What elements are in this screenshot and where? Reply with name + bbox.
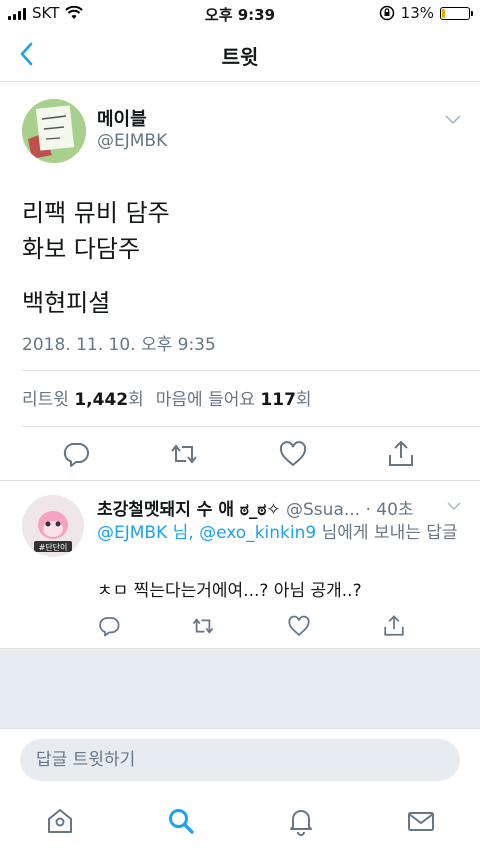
status-right: 13% [379, 4, 473, 22]
user-handle[interactable]: @EJMBK [97, 131, 167, 151]
reply-avatar[interactable]: #단단이 [22, 495, 84, 557]
empty-space [0, 648, 480, 728]
page-title: 트윗 [221, 45, 259, 69]
replying-to-suffix: 님에게 보내는 답글 [316, 523, 458, 543]
reply-icon[interactable] [61, 439, 91, 469]
tweet-text-extra: 백현피셜 [22, 289, 111, 317]
nav-bar: 트윗 [0, 26, 480, 82]
avatar[interactable] [22, 99, 86, 163]
status-bar: SKT 오후 9:39 13% [0, 0, 480, 26]
tweet-stats: 리트윗 1,442회 마음에 들어요 117회 [22, 385, 312, 410]
battery-percent: 13% [400, 4, 434, 22]
reply-avatar-image: #단단이 [22, 495, 84, 557]
share-icon[interactable] [382, 614, 406, 638]
heart-icon[interactable] [278, 439, 308, 469]
reply-handle[interactable]: @Ssua... [286, 500, 360, 520]
compose-bar [0, 728, 480, 790]
display-name[interactable]: 메이블 [97, 105, 147, 131]
heart-icon[interactable] [287, 614, 311, 638]
reply-icon[interactable] [97, 614, 121, 638]
tweet-actions [0, 433, 480, 473]
share-icon[interactable] [386, 439, 416, 469]
mention-separator: 님, [167, 523, 200, 543]
chevron-down-icon[interactable] [444, 113, 462, 125]
divider [22, 370, 480, 371]
retweet-stat[interactable]: 리트윗 1,442회 [22, 385, 144, 410]
avatar-image [22, 99, 86, 163]
reply-input[interactable] [20, 739, 460, 781]
like-count: 117 [260, 390, 296, 410]
retweet-label: 리트윗 [22, 390, 69, 410]
chevron-down-icon[interactable] [446, 501, 462, 511]
reply-tweet[interactable]: #단단이 초강철멧돼지 수 애 ಠ_ಠ✧ @Ssua... · 40초 @EJM… [0, 481, 480, 647]
divider [22, 426, 480, 427]
battery-level [442, 8, 445, 18]
avatar-tag: #단단이 [39, 542, 68, 552]
like-stat[interactable]: 마음에 들어요 117회 [156, 385, 312, 410]
like-unit: 회 [295, 390, 312, 410]
reply-time: · 40초 [365, 500, 414, 520]
tweet-text: 리팩 뮤비 담주 화보 다담주 [22, 199, 170, 263]
search-icon[interactable] [166, 806, 196, 836]
retweet-icon[interactable] [191, 614, 215, 638]
home-icon[interactable] [45, 806, 75, 836]
retweet-count: 1,442 [74, 390, 129, 410]
reply-text: ㅊㅁ 찍는다는거에여...? 아님 공개..? [97, 581, 362, 601]
rotation-lock-icon [379, 5, 394, 21]
battery-icon [440, 6, 473, 20]
mention-link[interactable]: @exo_kinkin9 [199, 523, 316, 543]
reply-display-name[interactable]: 초강철멧돼지 수 애 ಠ_ಠ✧ [97, 500, 281, 520]
notifications-bell-icon[interactable] [286, 806, 316, 836]
tweet-timestamp: 2018. 11. 10. 오후 9:35 [22, 335, 216, 355]
messages-envelope-icon[interactable] [406, 806, 436, 836]
reply-header: 초강철멧돼지 수 애 ಠ_ಠ✧ @Ssua... · 40초 [97, 495, 414, 520]
retweet-icon[interactable] [169, 439, 199, 469]
mention-link[interactable]: @EJMBK [97, 523, 167, 543]
retweet-unit: 회 [128, 390, 144, 410]
like-label: 마음에 들어요 [155, 390, 255, 410]
tab-bar [0, 790, 480, 854]
replying-to: @EJMBK 님, @exo_kinkin9 님에게 보내는 답글 [97, 521, 467, 546]
reply-actions [0, 611, 480, 641]
